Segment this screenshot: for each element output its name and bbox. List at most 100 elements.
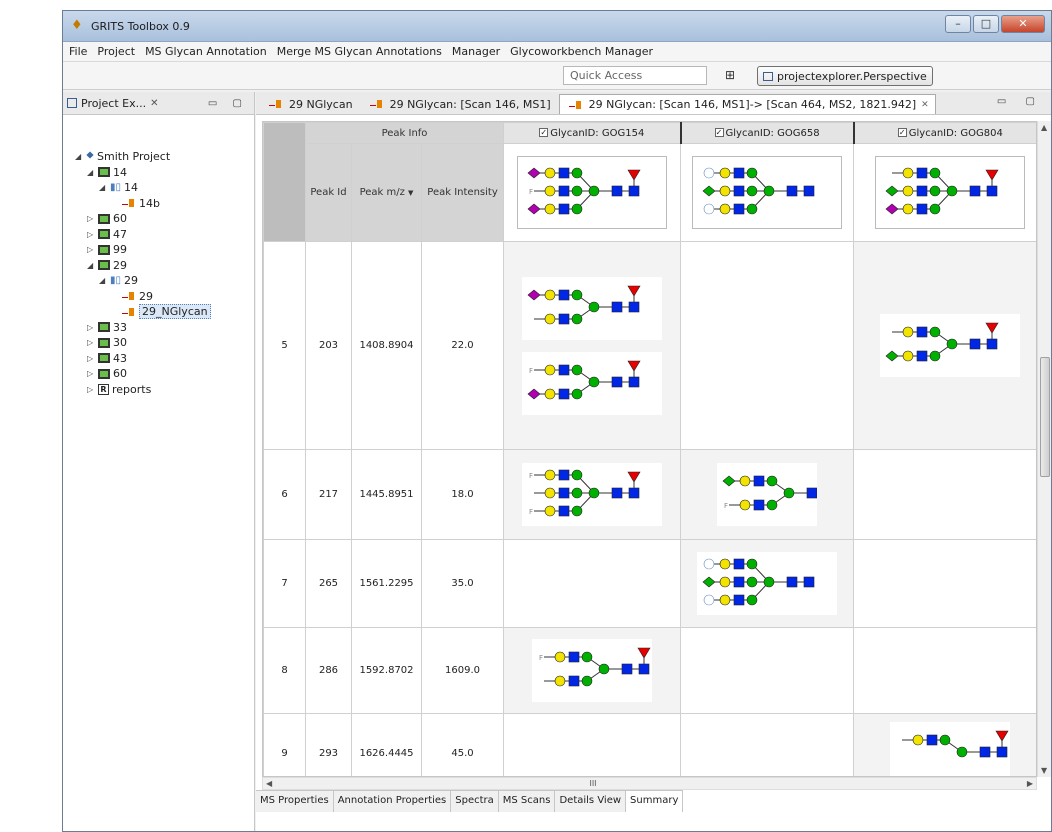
svg-text:F: F <box>529 188 533 196</box>
bottom-tab[interactable]: Spectra <box>451 791 499 812</box>
expand-toggle-icon[interactable]: ▷ <box>87 338 95 347</box>
peak-id-cell: 293 <box>305 713 352 776</box>
glycan-header-2[interactable]: ✓ GlycanID: GOG658 <box>679 122 855 144</box>
table-row[interactable]: 8 286 1592.8702 1609.0 F <box>263 627 1036 714</box>
project-explorer-tab[interactable]: Project Ex... ✕ ▭ ▢ <box>63 92 254 115</box>
table-row[interactable]: 5 203 1408.8904 22.0 F <box>263 241 1036 450</box>
peak-id-cell: 265 <box>305 539 352 628</box>
glycan-match-cell[interactable]: F <box>680 449 855 540</box>
bottom-tab[interactable]: Annotation Properties <box>333 791 452 812</box>
table-row[interactable]: 9 293 1626.4445 45.0 <box>263 713 1036 776</box>
maximize-button[interactable]: □ <box>973 15 999 33</box>
tree-item[interactable]: ▷ 60 <box>63 366 254 382</box>
editor-tab[interactable]: 29 NGlycan: [Scan 146, MS1]-> [Scan 464,… <box>558 94 936 114</box>
tree-item[interactable]: ▷ 43 <box>63 351 254 367</box>
horizontal-scroll-thumb[interactable]: III <box>563 779 623 789</box>
editor-tab[interactable]: 29 NGlycan <box>260 94 359 114</box>
table-row[interactable]: 7 265 1561.2295 35.0 <box>263 539 1036 628</box>
perspective-button[interactable]: projectexplorer.Perspective <box>757 66 933 86</box>
tree-item[interactable]: 29 <box>63 289 254 305</box>
tree-item[interactable]: ▷ 30 <box>63 335 254 351</box>
expand-toggle-icon[interactable]: ◢ <box>99 183 107 192</box>
horizontal-scrollbar[interactable]: ◀ III ▶ <box>262 777 1037 790</box>
close-button[interactable]: ✕ <box>1001 15 1045 33</box>
expand-toggle-icon[interactable]: ▷ <box>87 354 95 363</box>
menu-manager[interactable]: Manager <box>452 45 500 58</box>
editor-tab[interactable]: 29 NGlycan: [Scan 146, MS1] <box>361 94 557 114</box>
col-header-peak-intensity[interactable]: Peak Intensity <box>420 143 505 242</box>
tree-item[interactable]: ◢ ▮▯ 14 <box>63 180 254 196</box>
expand-toggle-icon[interactable]: ◢ <box>99 276 107 285</box>
glycan-match-cell[interactable] <box>853 713 1036 776</box>
open-perspective-icon[interactable]: ⊞ <box>725 68 735 82</box>
tree-item[interactable]: ▷ 99 <box>63 242 254 258</box>
scroll-right-icon[interactable]: ▶ <box>1027 779 1033 788</box>
glycan-match-cell[interactable] <box>853 539 1036 628</box>
menu-project[interactable]: Project <box>97 45 135 58</box>
menu-file[interactable]: File <box>69 45 87 58</box>
glycan-match-cell[interactable]: FF <box>503 449 682 540</box>
glycan-match-cell[interactable] <box>680 539 855 628</box>
glycan-header-3[interactable]: ✓ GlycanID: GOG804 <box>852 122 1036 144</box>
tree-item[interactable]: ▷ Rreports <box>63 382 254 398</box>
expand-toggle-icon[interactable]: ▷ <box>87 385 95 394</box>
tree-item[interactable]: ◢ 29 <box>63 258 254 274</box>
glycan-1-checkbox[interactable]: ✓ <box>539 128 549 137</box>
glycan-match-cell[interactable] <box>680 713 855 776</box>
menu-glycoworkbench-manager[interactable]: Glycoworkbench Manager <box>510 45 653 58</box>
tree-item[interactable]: ▷ 60 <box>63 211 254 227</box>
scroll-down-icon[interactable]: ▼ <box>1041 766 1047 775</box>
menu-ms-glycan-annotation[interactable]: MS Glycan Annotation <box>145 45 267 58</box>
col-header-peak-mz[interactable]: Peak m/z ▼ <box>351 143 422 242</box>
tree-item[interactable]: ◢ 14 <box>63 165 254 181</box>
col-header-peak-id[interactable]: Peak Id <box>305 143 352 242</box>
quick-access-input[interactable]: Quick Access <box>563 66 707 85</box>
glycan-match-cell[interactable]: F <box>503 627 682 714</box>
tree-item[interactable]: ▷ 33 <box>63 320 254 336</box>
tree-item[interactable]: 14b <box>63 196 254 212</box>
menu-merge-ms-glycan-annotations[interactable]: Merge MS Glycan Annotations <box>277 45 442 58</box>
tree-item[interactable]: 29_NGlycan <box>63 304 254 320</box>
glycan-2-checkbox[interactable]: ✓ <box>714 128 724 137</box>
glycan-match-cell[interactable] <box>853 449 1036 540</box>
bottom-tab[interactable]: Details View <box>555 791 627 812</box>
expand-toggle-icon[interactable]: ▷ <box>87 214 95 223</box>
glycan-match-cell[interactable] <box>503 713 682 776</box>
tree-item[interactable]: ◢ ▮▯ 29 <box>63 273 254 289</box>
vertical-scroll-thumb[interactable] <box>1040 357 1050 477</box>
bottom-tab[interactable]: Summary <box>626 791 684 812</box>
project-explorer-close-icon[interactable]: ✕ <box>150 98 158 109</box>
glycan-match-cell[interactable] <box>680 241 855 450</box>
expand-toggle-icon[interactable]: ▷ <box>87 369 95 378</box>
annotation-icon <box>568 100 583 110</box>
glycan-header-1[interactable]: ✓ GlycanID: GOG154 <box>503 122 682 144</box>
editor-min-max-icon[interactable]: ▭ ▢ <box>997 96 1043 107</box>
expand-toggle-icon[interactable]: ▷ <box>87 230 95 239</box>
expand-toggle-icon[interactable]: ◢ <box>87 168 95 177</box>
scroll-up-icon[interactable]: ▲ <box>1041 123 1047 132</box>
glycan-match-cell[interactable] <box>503 539 682 628</box>
expand-toggle-icon[interactable]: ▷ <box>87 323 95 332</box>
minimize-button[interactable]: – <box>945 15 971 33</box>
glycan-3-checkbox[interactable]: ✓ <box>897 128 907 137</box>
expand-toggle-icon[interactable]: ▷ <box>87 245 95 254</box>
glycan-match-cell[interactable] <box>680 627 855 714</box>
tree-item[interactable]: ◢ ⯁ Smith Project <box>63 149 254 165</box>
table-row[interactable]: 6 217 1445.8951 18.0 F F F <box>263 449 1036 540</box>
tree-item-label: 43 <box>113 351 127 365</box>
glycan-match-cell[interactable] <box>853 241 1036 450</box>
glycan-match-cell[interactable]: F <box>503 241 682 450</box>
expand-toggle-icon[interactable]: ◢ <box>87 261 95 270</box>
tree-item[interactable]: ▷ 47 <box>63 227 254 243</box>
experiment-icon <box>98 167 110 178</box>
scroll-left-icon[interactable]: ◀ <box>266 779 272 788</box>
view-min-max-icon[interactable]: ▭ ▢ <box>208 98 248 109</box>
row-index: 5 <box>263 241 306 450</box>
expand-toggle-icon[interactable]: ◢ <box>75 152 83 161</box>
bottom-tab[interactable]: MS Scans <box>498 791 556 812</box>
vertical-scrollbar[interactable]: ▲ ▼ <box>1037 121 1051 777</box>
row-index: 6 <box>263 449 306 540</box>
close-tab-icon[interactable]: ✕ <box>921 100 929 110</box>
glycan-match-cell[interactable] <box>853 627 1036 714</box>
bottom-tab[interactable]: MS Properties <box>256 791 334 812</box>
